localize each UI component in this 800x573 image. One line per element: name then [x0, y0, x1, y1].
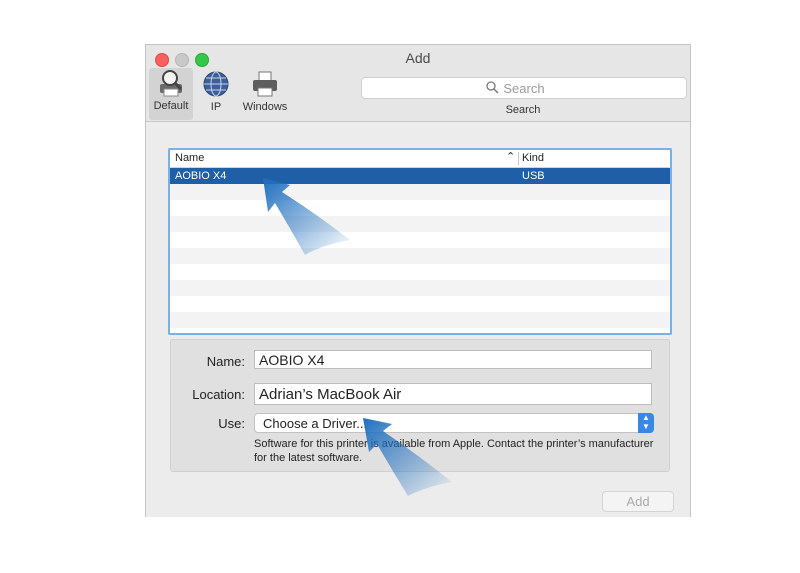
sort-ascending-icon: ⌃ [506, 151, 516, 163]
printer-list[interactable]: Name ⌃ Kind AOBIO X4 USB [168, 148, 672, 335]
driver-note: Software for this printer is available f… [254, 438, 654, 464]
column-header-kind[interactable]: Kind [522, 152, 544, 164]
printer-kind-cell: USB [522, 170, 545, 182]
name-label: Name: [206, 354, 245, 369]
toolbar-default-label: Default [153, 100, 189, 112]
empty-row [170, 312, 670, 328]
magnifier-printer-icon [160, 70, 183, 97]
location-field[interactable]: Adrian’s MacBook Air [254, 383, 652, 405]
printer-name-cell: AOBIO X4 [175, 170, 227, 182]
window-title: Add [405, 50, 431, 66]
list-rows: AOBIO X4 USB [170, 168, 670, 328]
printer-icon [253, 71, 277, 97]
use-label: Use: [218, 416, 245, 431]
driver-select-value: Choose a Driver... [263, 416, 368, 431]
search-label: Search [505, 104, 541, 116]
empty-row [170, 248, 670, 264]
globe-icon [203, 71, 229, 97]
location-label: Location: [192, 387, 245, 402]
toolbar-windows-button[interactable]: Windows [238, 69, 292, 119]
empty-row [170, 232, 670, 248]
search-input[interactable]: Search [361, 77, 687, 99]
driver-select[interactable]: Choose a Driver... ▲ ▼ [254, 413, 654, 433]
column-divider [518, 152, 519, 165]
search-placeholder: Search [503, 81, 545, 96]
toolbar-default-button[interactable]: Default [149, 68, 193, 120]
empty-row [170, 280, 670, 296]
printer-details-box: Name: AOBIO X4 Location: Adrian’s MacBoo… [170, 339, 670, 472]
empty-row [170, 264, 670, 280]
list-item[interactable]: AOBIO X4 USB [170, 168, 670, 184]
add-printer-window: Add Default IP Windows Search Search Nam… [145, 44, 691, 517]
empty-row [170, 296, 670, 312]
chevron-updown-icon: ▲ ▼ [638, 413, 654, 433]
toolbar-windows-label: Windows [242, 101, 288, 113]
empty-row [170, 200, 670, 216]
toolbar: Add Default IP Windows Search Search [146, 45, 690, 122]
toolbar-ip-button[interactable]: IP [201, 69, 231, 119]
column-header-name[interactable]: Name [175, 152, 204, 164]
name-field[interactable]: AOBIO X4 [254, 350, 652, 369]
add-button[interactable]: Add [602, 491, 674, 512]
empty-row [170, 216, 670, 232]
list-header: Name ⌃ Kind [170, 150, 670, 168]
toolbar-ip-label: IP [210, 101, 222, 113]
empty-row [170, 184, 670, 200]
